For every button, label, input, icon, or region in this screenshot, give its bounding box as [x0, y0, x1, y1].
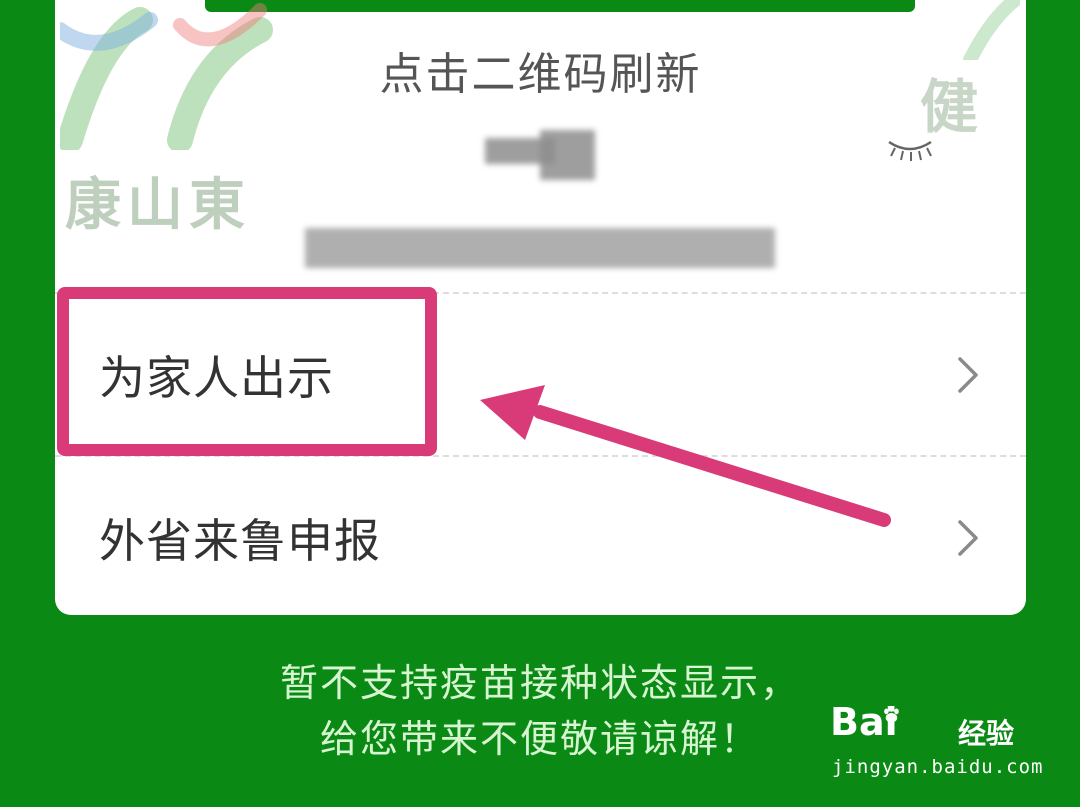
province-watermark-text: 康山東	[65, 173, 251, 238]
closed-eye-icon[interactable]	[885, 136, 935, 162]
blurred-id-number	[305, 228, 775, 268]
baidu-brand-cn: 经验	[958, 717, 1015, 750]
chevron-right-icon	[958, 520, 978, 556]
refresh-hint-text[interactable]: 点击二维码刷新	[55, 38, 1026, 102]
chevron-right-icon	[958, 357, 978, 393]
code-status-banner	[205, 0, 915, 12]
show-for-family-row[interactable]: 为家人出示	[55, 295, 1026, 455]
divider-top	[55, 292, 1026, 294]
show-for-family-label: 为家人出示	[99, 351, 334, 405]
blurred-name-2	[540, 130, 595, 180]
out-of-province-report-row[interactable]: 外省来鲁申报	[55, 458, 1026, 615]
divider-middle	[55, 455, 1026, 457]
out-of-province-report-label: 外省来鲁申报	[99, 514, 381, 568]
baidu-brand: Bai	[830, 700, 898, 744]
baidu-url: jingyan.baidu.com	[832, 756, 1044, 778]
health-code-card: 康山東 健 点击二维码刷新 为家人出示 外省来鲁申报	[55, 0, 1026, 615]
